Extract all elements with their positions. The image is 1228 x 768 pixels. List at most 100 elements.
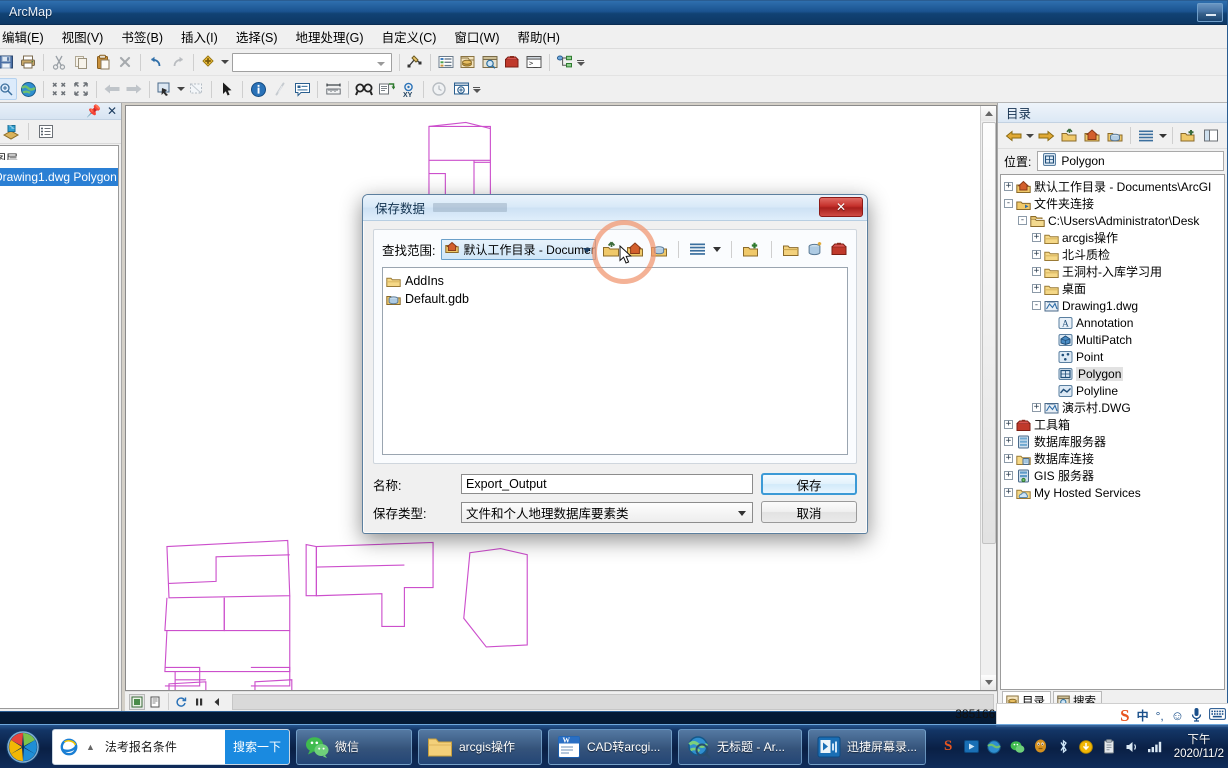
clipboard-icon[interactable] — [1101, 738, 1118, 755]
close-icon[interactable]: ✕ — [107, 104, 117, 118]
minimize-button[interactable] — [1197, 3, 1223, 22]
create-viewer-icon[interactable] — [450, 78, 472, 100]
html-popup-icon[interactable] — [291, 78, 313, 100]
menu-edit[interactable]: 编辑(E) — [0, 25, 53, 48]
tree-item[interactable]: Polyline — [1001, 382, 1224, 399]
ime-punctuation-icon[interactable]: °, — [1156, 709, 1164, 723]
tree-item[interactable]: + 桌面 — [1001, 280, 1224, 297]
expand-icon[interactable]: + — [1004, 182, 1013, 191]
add-data-dropdown[interactable] — [220, 54, 229, 70]
ie-search-button[interactable]: 搜索一下 — [224, 729, 289, 764]
menu-help[interactable]: 帮助(H) — [509, 25, 569, 48]
arctoolbox-icon[interactable] — [501, 51, 523, 73]
measure-icon[interactable] — [322, 78, 344, 100]
save-data-dialog[interactable]: 保存数据 ✕ 查找范围: 默认工作目录 - Documents\Arc — [362, 194, 868, 534]
network-icon[interactable] — [1147, 738, 1164, 755]
taskbar-item[interactable]: 无标题 - Ar... — [678, 728, 802, 765]
go-to-xy-icon[interactable]: XY — [397, 78, 419, 100]
paste-icon[interactable] — [92, 51, 114, 73]
tree-item[interactable]: + GIS 服务器 — [1001, 467, 1224, 484]
pan-dropdown[interactable] — [176, 81, 185, 97]
taskbar-clock[interactable]: 下午 2020/11/2 — [1170, 733, 1224, 761]
tree-item[interactable]: + 工具箱 — [1001, 416, 1224, 433]
toc-selected-layer[interactable]: Drawing1.dwg Polygon — [0, 168, 118, 186]
layout-view-icon[interactable] — [147, 694, 163, 710]
ime-mode-label[interactable]: 中 — [1137, 707, 1149, 724]
tree-item[interactable]: + 数据库连接 — [1001, 450, 1224, 467]
collapse-icon[interactable]: - — [1004, 199, 1013, 208]
tree-item[interactable]: + 演示村.DWG — [1001, 399, 1224, 416]
taskbar-item[interactable]: W CAD转arcgi... — [548, 728, 672, 765]
forward-icon[interactable] — [1035, 125, 1057, 147]
taskbar-item[interactable]: arcgis操作 — [418, 728, 542, 765]
new-geodatabase-icon[interactable] — [806, 238, 824, 260]
default-geodatabase-icon[interactable] — [650, 238, 668, 260]
toolbar-overflow-button[interactable] — [576, 51, 585, 73]
scroll-down-arrow[interactable] — [981, 675, 996, 690]
catalog-icon[interactable] — [457, 51, 479, 73]
refresh-icon[interactable] — [174, 694, 190, 710]
menu-window[interactable]: 窗口(W) — [445, 25, 508, 48]
toolbox-icon[interactable] — [830, 238, 848, 260]
zoom-in-icon[interactable] — [0, 78, 17, 100]
look-in-combo[interactable]: 默认工作目录 - Documents\Arc — [441, 238, 597, 260]
cut-icon[interactable] — [48, 51, 70, 73]
hyperlink-icon[interactable] — [269, 78, 291, 100]
file-list-item[interactable]: AddIns — [386, 272, 844, 290]
find-icon[interactable] — [353, 78, 375, 100]
select-elements-icon[interactable] — [216, 78, 238, 100]
menu-geoprocessing[interactable]: 地理处理(G) — [287, 25, 373, 48]
previous-extent-icon[interactable] — [101, 78, 123, 100]
chevron-down-icon[interactable] — [1025, 133, 1034, 138]
map-scale-combo[interactable] — [232, 52, 392, 72]
menu-selection[interactable]: 选择(S) — [227, 25, 287, 48]
scroll-up-arrow[interactable] — [981, 106, 996, 121]
connect-folder-icon[interactable] — [742, 238, 761, 260]
collapse-icon[interactable]: - — [1032, 301, 1041, 310]
tree-item[interactable]: + 北斗质检 — [1001, 246, 1224, 263]
list-by-source-icon[interactable] — [35, 121, 57, 143]
modelbuilder-icon[interactable] — [554, 51, 576, 73]
table-of-contents-icon[interactable] — [435, 51, 457, 73]
qq-icon[interactable] — [1032, 738, 1049, 755]
expand-icon[interactable]: + — [1032, 284, 1041, 293]
save-icon[interactable] — [0, 51, 17, 73]
tree-item[interactable]: - 文件夹连接 — [1001, 195, 1224, 212]
back-icon[interactable] — [209, 694, 225, 710]
connect-folder-icon[interactable] — [1177, 125, 1199, 147]
new-folder-icon[interactable] — [782, 238, 800, 260]
catalog-tree[interactable]: + 默认工作目录 - Documents\ArcGI - 文件夹连接 - C:\Users… — [1000, 174, 1225, 690]
taskbar-item[interactable]: 迅捷屏幕录... — [808, 728, 926, 765]
menu-bookmarks[interactable]: 书签(B) — [112, 25, 172, 48]
tree-item[interactable]: - Drawing1.dwg — [1001, 297, 1224, 314]
find-route-icon[interactable] — [375, 78, 397, 100]
back-icon[interactable] — [1002, 125, 1024, 147]
view-dropdown-icon[interactable] — [1158, 133, 1168, 138]
tree-item[interactable]: + 数据库服务器 — [1001, 433, 1224, 450]
toggle-contents-icon[interactable] — [1200, 125, 1222, 147]
save-button[interactable]: 保存 — [761, 473, 857, 495]
chevron-down-icon[interactable] — [583, 247, 592, 253]
wechat-tray-icon[interactable] — [1009, 738, 1026, 755]
tree-item[interactable]: + My Hosted Services — [1001, 484, 1224, 501]
menu-view[interactable]: 视图(V) — [53, 25, 113, 48]
menu-insert[interactable]: 插入(I) — [172, 25, 227, 48]
list-by-drawing-order-icon[interactable] — [0, 121, 22, 143]
dialog-file-list[interactable]: AddIns Default.gdb — [382, 267, 848, 455]
tools-toolbar-overflow-button[interactable] — [472, 78, 481, 100]
pan-icon[interactable] — [154, 78, 176, 100]
toc-layer-list[interactable]: 图层 Drawing1.dwg Polygon — [0, 145, 119, 709]
menu-customize[interactable]: 自定义(C) — [373, 25, 446, 48]
tree-item[interactable]: + 王洞村-入库学习用 — [1001, 263, 1224, 280]
tree-item[interactable]: + arcgis操作 — [1001, 229, 1224, 246]
close-icon[interactable]: ✕ — [819, 197, 863, 217]
volume-icon[interactable] — [1124, 738, 1141, 755]
name-input[interactable]: Export_Output — [461, 474, 753, 494]
delete-icon[interactable] — [114, 51, 136, 73]
map-vscroll-thumb[interactable] — [982, 122, 996, 544]
chevron-down-icon[interactable] — [738, 510, 746, 516]
view-list-icon[interactable] — [689, 238, 706, 260]
redo-icon[interactable] — [167, 51, 189, 73]
catalog-location-box[interactable]: Polygon — [1037, 151, 1224, 171]
expand-icon[interactable]: + — [1032, 267, 1041, 276]
